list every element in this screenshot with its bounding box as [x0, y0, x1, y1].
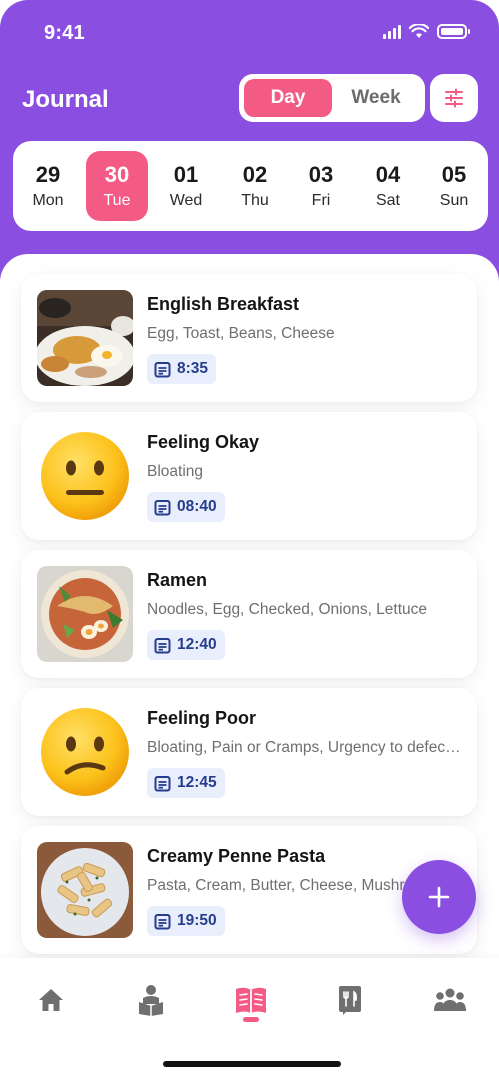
date-wed[interactable]: 01 Wed — [155, 151, 217, 221]
entry-title: Feeling Poor — [147, 708, 257, 728]
day-week-toggle: Day Week — [239, 74, 425, 122]
nav-home[interactable] — [21, 978, 81, 1022]
date-number: 04 — [375, 162, 401, 187]
date-weekday: Sun — [439, 192, 469, 209]
meal-photo — [37, 290, 133, 386]
sliders-icon — [445, 88, 463, 108]
entry-subtitle: Egg, Toast, Beans, Cheese — [147, 325, 335, 342]
date-sun[interactable]: 05 Sun — [423, 151, 485, 221]
home-icon — [39, 989, 63, 1011]
confused-face-icon — [41, 708, 129, 796]
date-number: 05 — [441, 162, 467, 187]
wifi-icon — [409, 24, 429, 38]
calendar-icon — [154, 637, 171, 653]
date-weekday: Mon — [32, 192, 64, 209]
filter-button[interactable] — [430, 74, 478, 122]
bottom-nav — [0, 958, 499, 1080]
date-weekday: Thu — [241, 192, 269, 209]
entry-time: 19:50 — [177, 912, 217, 929]
calendar-icon — [154, 913, 171, 929]
journal-entry-card[interactable]: Feeling Okay Bloating 08:40 — [21, 412, 477, 540]
entry-title: English Breakfast — [147, 294, 300, 314]
nav-journal[interactable] — [221, 978, 281, 1022]
time-badge: 12:45 — [147, 768, 225, 798]
journal-entry-card[interactable]: Ramen Noodles, Egg, Checked, Onions, Let… — [21, 550, 477, 678]
nav-community[interactable] — [420, 978, 480, 1022]
journal-entry-card[interactable]: English Breakfast Egg, Toast, Beans, Che… — [21, 274, 477, 402]
entry-subtitle: Bloating — [147, 463, 204, 480]
date-fri[interactable]: 03 Fri — [290, 151, 352, 221]
date-weekday: Tue — [103, 192, 131, 209]
entry-time: 08:40 — [177, 498, 217, 515]
journal-book-icon — [236, 987, 266, 1013]
toggle-day[interactable]: Day — [244, 79, 332, 117]
calendar-icon — [154, 499, 171, 515]
journal-entry-card[interactable]: Feeling Poor Bloating, Pain or Cramps, U… — [21, 688, 477, 816]
add-entry-button[interactable] — [402, 860, 476, 934]
cellular-signal-icon — [383, 24, 401, 39]
entry-title: Creamy Penne Pasta — [147, 846, 326, 866]
date-tue[interactable]: 30 Tue — [86, 151, 148, 221]
date-number: 29 — [35, 162, 61, 187]
neutral-face-icon — [41, 432, 129, 520]
entry-title: Feeling Okay — [147, 432, 260, 452]
date-number: 02 — [242, 162, 268, 187]
calendar-icon — [154, 361, 171, 377]
calendar-icon — [154, 775, 171, 791]
toggle-week[interactable]: Week — [332, 79, 420, 117]
time-badge: 12:40 — [147, 630, 225, 660]
plus-icon — [428, 886, 450, 908]
date-thu[interactable]: 02 Thu — [224, 151, 286, 221]
date-weekday: Fri — [311, 192, 331, 209]
date-strip: 29 Mon 30 Tue 01 Wed 02 Thu 03 Fri 04 Sa… — [13, 141, 488, 231]
community-icon — [434, 988, 466, 1011]
menu-cutlery-icon — [339, 986, 361, 1015]
entry-time: 8:35 — [177, 360, 209, 377]
reading-person-icon — [139, 985, 163, 1016]
meal-photo — [37, 842, 133, 938]
entry-subtitle: Noodles, Egg, Checked, Onions, Lettuce — [147, 601, 428, 618]
date-number: 03 — [308, 162, 334, 187]
nav-menu[interactable] — [320, 978, 380, 1022]
entry-title: Ramen — [147, 570, 208, 590]
meal-photo — [37, 566, 133, 662]
status-icons — [383, 24, 470, 39]
status-time: 9:41 — [44, 22, 85, 44]
status-bar: 9:41 — [0, 0, 499, 68]
date-number: 01 — [173, 162, 199, 187]
battery-icon — [437, 24, 470, 39]
entry-time: 12:40 — [177, 636, 217, 653]
home-indicator — [163, 1061, 341, 1067]
time-badge: 08:40 — [147, 492, 225, 522]
date-weekday: Wed — [169, 192, 203, 209]
active-tab-indicator — [243, 1017, 259, 1022]
date-weekday: Sat — [375, 192, 400, 209]
entry-subtitle: Bloating, Pain or Cramps, Urgency to def… — [147, 739, 463, 756]
date-mon[interactable]: 29 Mon — [17, 151, 79, 221]
entry-time: 12:45 — [177, 774, 217, 791]
time-badge: 19:50 — [147, 906, 225, 936]
time-badge: 8:35 — [147, 354, 217, 384]
app-screen: 9:41 Journal Day Week 29 Mon 30 Tue 01 W… — [0, 0, 499, 1080]
page-title: Journal — [22, 86, 109, 113]
date-number: 30 — [104, 162, 130, 187]
nav-learn[interactable] — [121, 978, 181, 1022]
date-sat[interactable]: 04 Sat — [357, 151, 419, 221]
